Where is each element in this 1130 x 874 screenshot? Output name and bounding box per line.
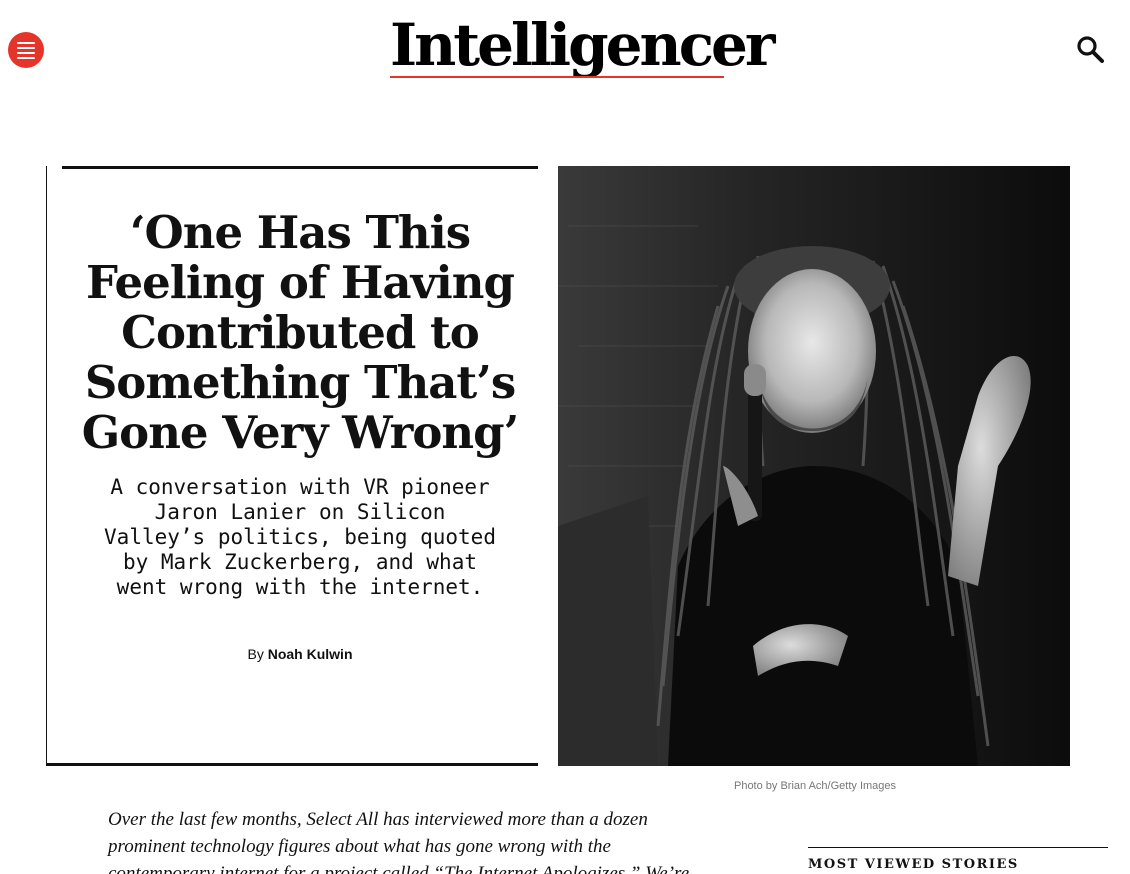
author-link[interactable]: Noah Kulwin	[268, 646, 353, 662]
search-button[interactable]	[1074, 33, 1106, 65]
hamburger-menu-icon	[17, 41, 35, 44]
site-logo[interactable]: Intelligencer	[390, 10, 776, 82]
most-viewed-heading: MOST VIEWED STORIES	[808, 857, 1019, 872]
byline: By Noah Kulwin	[100, 646, 500, 662]
most-viewed-rule	[808, 847, 1108, 848]
panel-top-rule	[62, 166, 538, 169]
search-icon	[1077, 36, 1104, 63]
article-dek: A conversation with VR pioneer Jaron Lan…	[104, 475, 496, 599]
byline-prefix: By	[247, 646, 264, 662]
portrait-illustration	[558, 166, 1070, 766]
logo-underline	[390, 76, 724, 78]
menu-button[interactable]	[8, 32, 44, 68]
article-lede: Over the last few months, Select All has…	[108, 809, 690, 874]
article-headline: ‘One Has This Feeling of Having Contribu…	[81, 206, 519, 459]
logo-text: Intelligencer	[390, 11, 776, 79]
hero-photo	[558, 166, 1070, 766]
photo-credit: Photo by Brian Ach/Getty Images	[733, 780, 897, 792]
